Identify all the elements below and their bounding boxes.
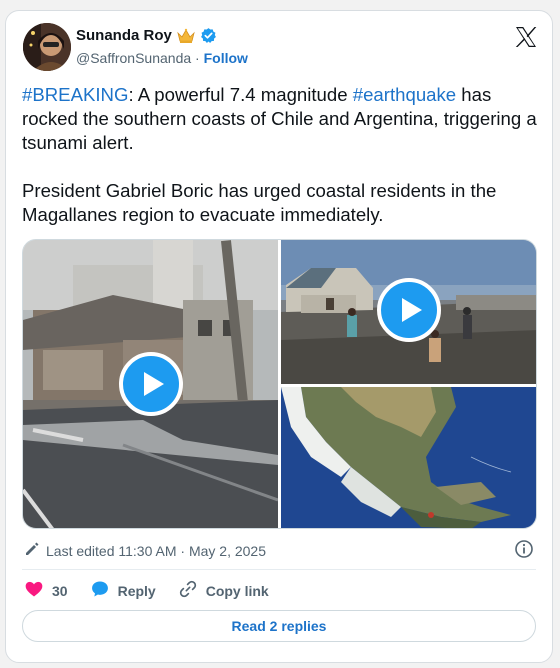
edited-timestamp[interactable]: Last edited 11:30 AM · May 2, 2025: [46, 543, 266, 559]
play-icon[interactable]: [377, 278, 441, 342]
copy-link-button[interactable]: Copy link: [178, 579, 269, 602]
reply-label: Reply: [117, 582, 156, 599]
tweet-text: #BREAKING: A powerful 7.4 magnitude #ear…: [22, 83, 542, 227]
author-handle[interactable]: @SaffronSunanda: [76, 50, 191, 66]
avatar[interactable]: [23, 23, 71, 71]
read-replies-button[interactable]: Read 2 replies: [22, 610, 536, 642]
divider: [22, 569, 536, 570]
video-church-thumbnail[interactable]: [281, 240, 536, 384]
tweet-text-paragraph2: President Gabriel Boric has urged coasta…: [22, 180, 497, 225]
author-name-row: Sunanda Roy: [76, 27, 217, 44]
follow-button[interactable]: Follow: [204, 50, 248, 66]
copy-link-label: Copy link: [205, 582, 269, 599]
author-name[interactable]: Sunanda Roy: [76, 27, 172, 44]
link-icon: [178, 579, 198, 602]
pencil-icon: [24, 541, 40, 560]
verified-badge-icon: [200, 27, 217, 44]
reply-button[interactable]: Reply: [90, 579, 156, 602]
info-icon[interactable]: [514, 539, 534, 559]
edited-info: Last edited 11:30 AM · May 2, 2025: [24, 541, 266, 560]
media-grid: [22, 239, 537, 529]
like-count: 30: [52, 582, 68, 599]
x-logo-icon[interactable]: [514, 25, 538, 49]
crown-emoji-icon: [177, 28, 195, 44]
reply-bubble-icon: [90, 579, 110, 602]
tweet-card: Sunanda Roy @SaffronSunanda · Follow #BR…: [5, 10, 553, 663]
hashtag-breaking[interactable]: #BREAKING: [22, 84, 128, 105]
like-button[interactable]: 30: [24, 579, 68, 602]
video-street-thumbnail[interactable]: [23, 240, 278, 528]
play-icon[interactable]: [119, 352, 183, 416]
action-bar: 30 Reply Copy link: [24, 579, 291, 602]
satellite-map-image[interactable]: [281, 387, 536, 528]
separator-dot: ·: [195, 50, 200, 66]
heart-icon: [24, 579, 44, 602]
author-handle-row: @SaffronSunanda · Follow: [76, 50, 248, 66]
hashtag-earthquake[interactable]: #earthquake: [353, 84, 456, 105]
tweet-text-part1: : A powerful 7.4 magnitude: [128, 84, 353, 105]
